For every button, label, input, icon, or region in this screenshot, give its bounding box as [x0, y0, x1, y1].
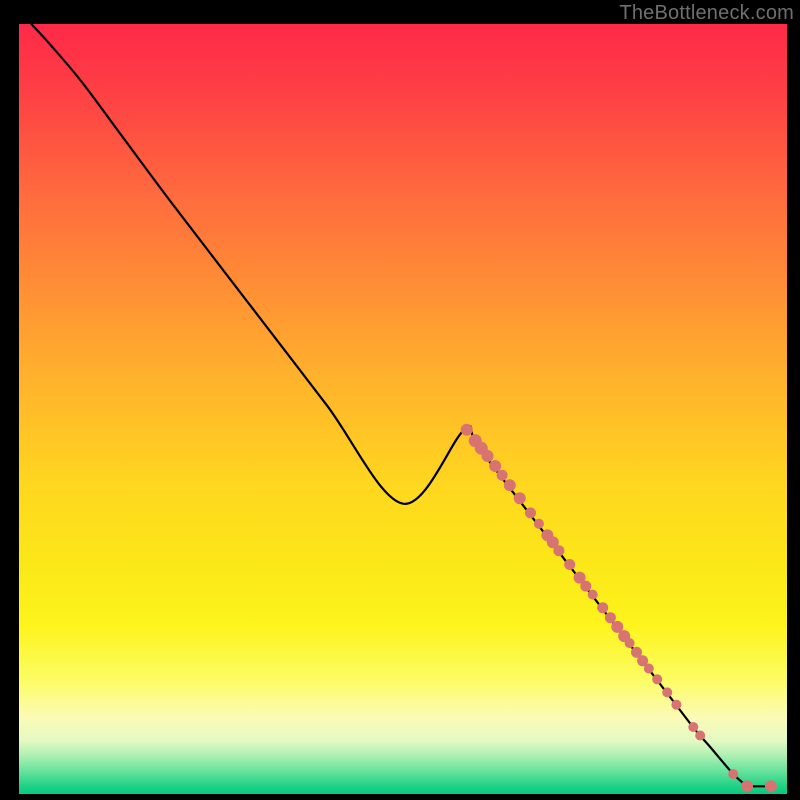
attribution-label: TheBottleneck.com	[619, 2, 794, 25]
data-point	[497, 470, 508, 481]
data-point	[644, 664, 654, 674]
chart-plot-area	[19, 24, 787, 794]
data-point	[728, 769, 738, 779]
data-point	[695, 731, 705, 741]
data-point	[580, 581, 591, 592]
data-point	[765, 780, 777, 792]
data-point	[652, 674, 662, 684]
data-point	[662, 687, 672, 697]
data-point	[741, 780, 753, 792]
data-point	[605, 612, 616, 623]
data-point	[625, 638, 635, 648]
data-point	[504, 479, 516, 491]
data-point	[489, 460, 501, 472]
data-point	[597, 602, 608, 613]
data-point	[525, 507, 536, 518]
data-point	[553, 545, 564, 556]
data-points-group	[461, 424, 777, 793]
data-point	[534, 519, 544, 529]
data-point	[588, 590, 598, 600]
data-point	[461, 424, 473, 436]
chart-svg	[19, 24, 787, 794]
data-point	[514, 492, 526, 504]
data-point	[671, 700, 681, 710]
data-point	[482, 450, 494, 462]
chart-stage: TheBottleneck.com	[0, 0, 800, 800]
curve-line	[31, 24, 747, 786]
data-point	[688, 722, 698, 732]
data-point	[564, 559, 575, 570]
